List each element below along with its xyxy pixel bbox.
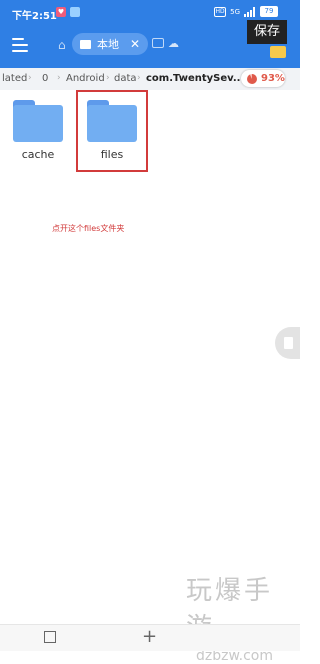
breadcrumb: lated › 0 › Android › data › com.TwentyS… xyxy=(0,68,300,90)
multi-select-icon[interactable] xyxy=(44,631,56,643)
breadcrumb-separator: › xyxy=(28,73,32,83)
folder-icon xyxy=(13,100,63,142)
breadcrumb-item[interactable]: 0 xyxy=(42,73,48,84)
bottom-toolbar: + xyxy=(0,624,300,651)
menu-icon[interactable] xyxy=(12,38,28,52)
folder-item-cache[interactable]: cache xyxy=(8,100,68,161)
storage-pie-icon xyxy=(247,73,257,84)
network-type: 5G xyxy=(230,7,240,16)
storage-usage-badge[interactable]: 93% xyxy=(241,70,285,87)
notification-heart-icon: ♥ xyxy=(56,7,66,17)
window-tab-icon[interactable] xyxy=(152,38,164,48)
status-right-icons: HD 5G 79 xyxy=(214,6,278,17)
home-icon[interactable]: ⌂ xyxy=(58,38,66,52)
vip-crown-icon[interactable] xyxy=(270,46,286,58)
clipboard-icon xyxy=(284,337,293,349)
battery-icon: 79 xyxy=(260,6,278,17)
tab-close-icon[interactable]: ✕ xyxy=(130,37,140,51)
notification-app-icon xyxy=(70,7,80,17)
breadcrumb-separator: › xyxy=(57,73,61,83)
signal-icon xyxy=(244,6,256,17)
floating-side-button[interactable] xyxy=(275,327,300,359)
breadcrumb-item[interactable]: lated xyxy=(2,73,27,84)
hd-icon: HD xyxy=(214,6,227,17)
add-icon[interactable]: + xyxy=(142,628,157,646)
tab-local[interactable]: 本地 ✕ xyxy=(72,33,148,55)
save-button[interactable]: 保存 xyxy=(247,20,287,44)
folder-name: cache xyxy=(21,148,55,161)
app-header: 下午2:51 ♥ HD 5G 79 ⌂ 本地 ✕ ☁ 保存 xyxy=(0,0,300,68)
status-time: 下午2:51 xyxy=(12,11,57,22)
cloud-icon[interactable]: ☁ xyxy=(168,37,179,50)
status-notification-icons: ♥ xyxy=(56,7,80,17)
breadcrumb-item[interactable]: Android xyxy=(66,73,105,84)
storage-percent: 93% xyxy=(261,73,285,84)
breadcrumb-item[interactable]: data xyxy=(114,73,137,84)
highlight-box xyxy=(76,90,148,172)
instruction-annotation: 点开这个files文件夹 xyxy=(52,224,125,233)
breadcrumb-separator: › xyxy=(106,73,110,83)
tab-local-label: 本地 xyxy=(97,38,119,51)
breadcrumb-separator: › xyxy=(137,73,141,83)
breadcrumb-current[interactable]: com.TwentySev... xyxy=(146,73,244,84)
tablet-icon xyxy=(80,39,91,49)
